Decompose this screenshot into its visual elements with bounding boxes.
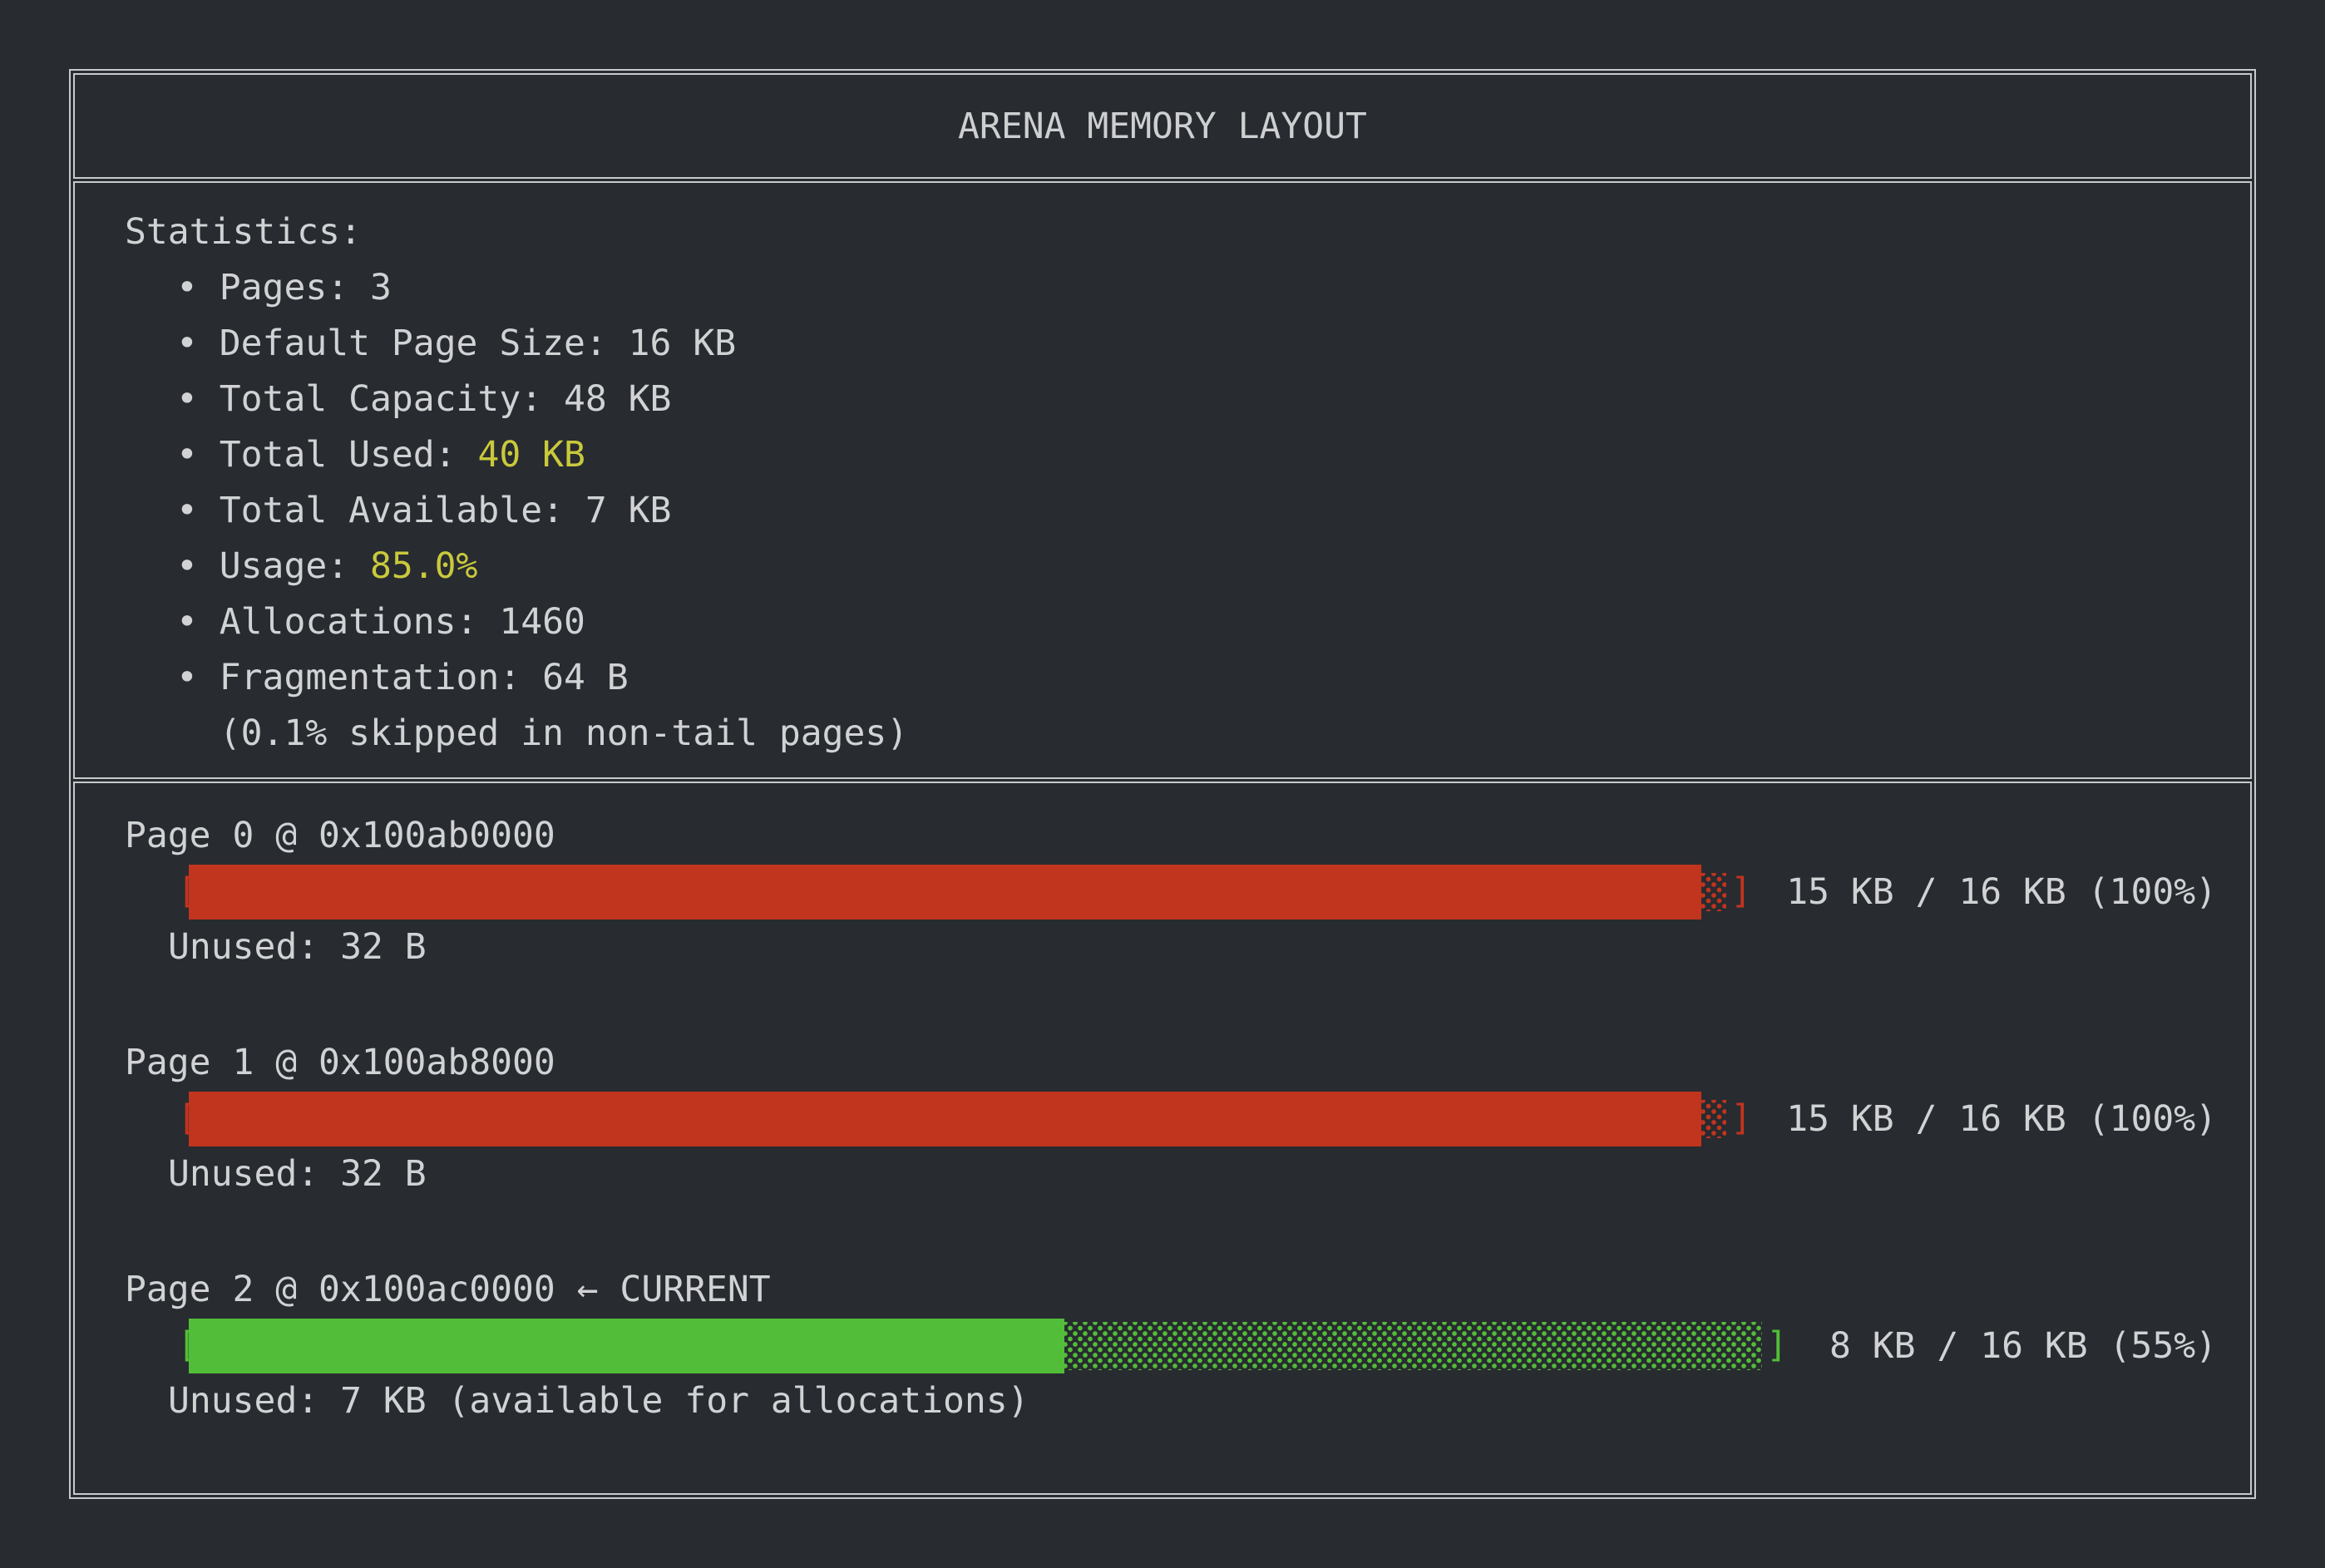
bar-close-bracket: ] <box>1730 864 1752 920</box>
stat-item-fragmentation: • Fragmentation: 64 B <box>125 650 2234 706</box>
usage-label: 15 KB / 16 KB (100%) <box>1786 871 2217 913</box>
stat-item-pages: • Pages: 3 <box>125 260 2234 316</box>
bar-close-bracket: ] <box>1766 1318 1788 1373</box>
terminal-window: ARENA MEMORY LAYOUT Statistics: • Pages:… <box>69 69 2256 1499</box>
bar-dither-fill <box>1701 873 1726 911</box>
stat-highlight-usage: 85.0% <box>370 545 477 587</box>
page-header: Page 0 @ 0x100ab0000 <box>125 808 2217 864</box>
unused-label: Unused: 7 KB (available for allocations) <box>168 1373 2217 1429</box>
usage-bar: [ ] 8 KB / 16 KB (55%) <box>177 1318 2217 1373</box>
bar-open-bracket: [ <box>177 1318 189 1373</box>
bar-dither-fill <box>1701 1100 1726 1138</box>
stat-item-default-page-size: • Default Page Size: 16 KB <box>125 316 2234 372</box>
page-block-1: Page 1 @ 0x100ab8000 [ ] 15 KB / 16 KB (… <box>125 1035 2217 1202</box>
page-header: Page 1 @ 0x100ab8000 <box>125 1035 2217 1091</box>
usage-label: 15 KB / 16 KB (100%) <box>1786 1098 2217 1140</box>
window-title: ARENA MEMORY LAYOUT <box>958 106 1367 147</box>
usage-bar: [ ] 15 KB / 16 KB (100%) <box>177 864 2217 920</box>
title-bar: ARENA MEMORY LAYOUT <box>73 73 2252 179</box>
stat-highlight-total-used: 40 KB <box>477 434 585 476</box>
statistics-heading: Statistics: <box>125 205 2234 260</box>
bar-open-bracket: [ <box>177 1091 189 1146</box>
stat-item-total-available: • Total Available: 7 KB <box>125 483 2234 539</box>
stat-item-total-used: • Total Used: 40 KB <box>125 427 2234 483</box>
bar-open-bracket: [ <box>177 864 189 920</box>
stat-item-total-capacity: • Total Capacity: 48 KB <box>125 372 2234 427</box>
page-block-2-current: Page 2 @ 0x100ac0000 ← CURRENT [ ] 8 KB … <box>125 1262 2217 1429</box>
bar-solid-fill <box>189 865 1701 920</box>
page-header: Page 2 @ 0x100ac0000 ← CURRENT <box>125 1262 2217 1318</box>
unused-label: Unused: 32 B <box>168 1146 2217 1202</box>
usage-label: 8 KB / 16 KB (55%) <box>1808 1325 2217 1367</box>
statistics-panel: Statistics: • Pages: 3 • Default Page Si… <box>73 181 2252 779</box>
stat-item-usage: • Usage: 85.0% <box>125 539 2234 594</box>
bar-close-bracket: ] <box>1730 1091 1752 1146</box>
page-block-0: Page 0 @ 0x100ab0000 [ ] 15 KB / 16 KB (… <box>125 808 2217 975</box>
unused-label: Unused: 32 B <box>168 920 2217 975</box>
usage-bar: [ ] 15 KB / 16 KB (100%) <box>177 1091 2217 1146</box>
bar-dither-fill <box>1064 1322 1762 1370</box>
bar-solid-fill <box>189 1092 1701 1146</box>
bar-solid-fill <box>189 1319 1064 1373</box>
pages-panel: Page 0 @ 0x100ab0000 [ ] 15 KB / 16 KB (… <box>73 782 2252 1495</box>
stat-item-fragmentation-note: (0.1% skipped in non-tail pages) <box>125 706 2234 762</box>
stat-item-allocations: • Allocations: 1460 <box>125 594 2234 650</box>
